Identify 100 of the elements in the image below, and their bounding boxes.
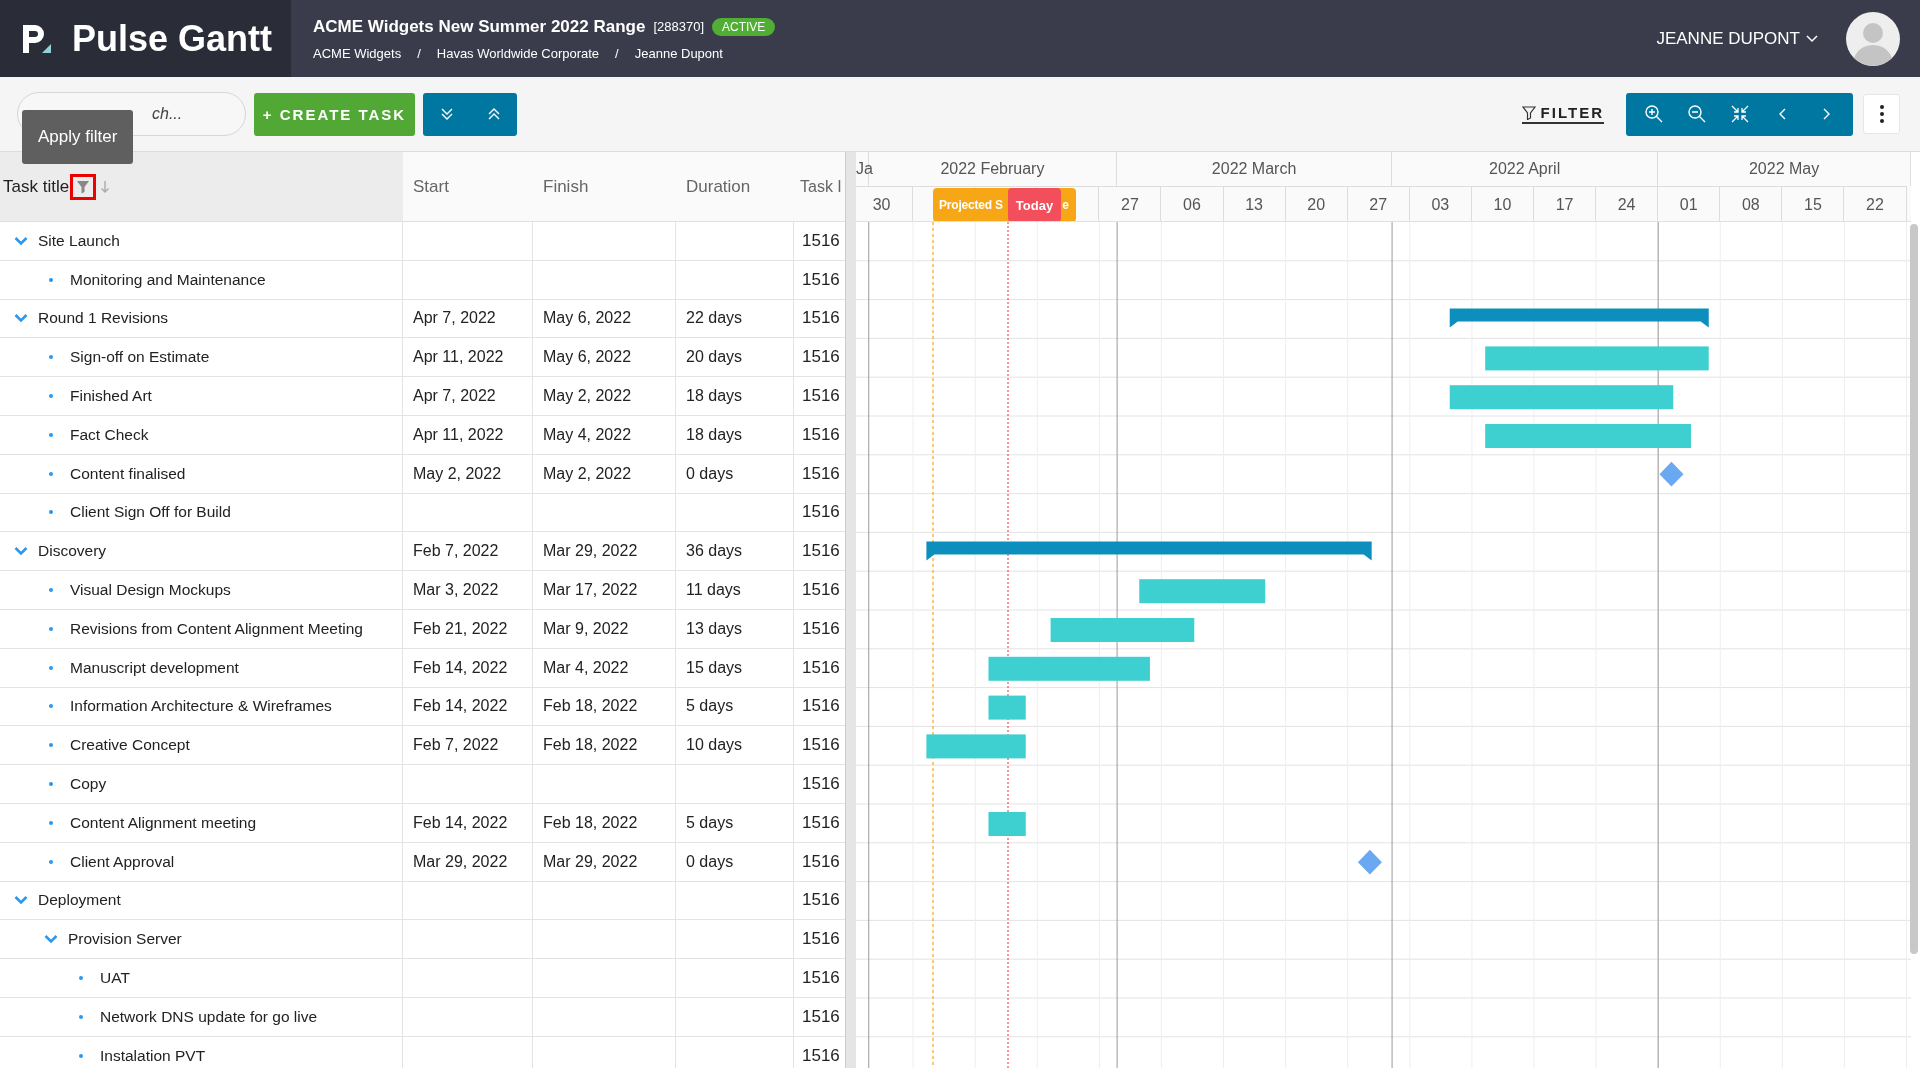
start-cell: Feb 14, 2022 [403, 687, 533, 726]
bullet-icon [49, 820, 53, 825]
duration-cell: 5 days [676, 687, 794, 726]
scrollbar[interactable] [1910, 224, 1918, 954]
task-title-cell[interactable]: Monitoring and Maintenance [0, 260, 403, 299]
task-title-cell[interactable]: Content finalised [0, 454, 403, 493]
column-header[interactable]: Task I [794, 152, 845, 221]
bullet-icon [49, 704, 53, 709]
bullet-icon [49, 626, 53, 631]
finish-cell: Feb 18, 2022 [533, 687, 676, 726]
task-id-cell-text: 1516 [801, 346, 841, 369]
column-header[interactable]: Finish [533, 152, 676, 221]
task-id-cell-text: 1516 [801, 268, 841, 291]
week-label: 17 [1555, 195, 1574, 214]
week-label: 15 [1804, 195, 1822, 214]
task-title-cell[interactable]: Discovery [0, 532, 403, 571]
task-title-cell[interactable]: Deployment [0, 881, 403, 920]
duration-cell: 22 days [676, 299, 794, 338]
duration-cell: 18 days [676, 377, 794, 415]
start-cell: Mar 3, 2022 [403, 571, 533, 609]
finish-cell: May 2, 2022 [533, 454, 676, 493]
chevron-icon[interactable] [14, 313, 28, 324]
chevron-icon[interactable] [14, 235, 28, 246]
task-title-cell[interactable]: Visual Design Mockups [0, 571, 403, 609]
task-bar[interactable] [1449, 385, 1674, 410]
chevron-icon[interactable] [14, 895, 28, 906]
chevron-icon[interactable] [44, 934, 58, 945]
task-title-cell[interactable]: Information Architecture & Wireframes [0, 687, 403, 726]
milestone-diamond[interactable] [1357, 849, 1382, 875]
task-title-cell[interactable]: Manuscript development [0, 648, 403, 687]
column-header[interactable]: Start [403, 152, 533, 221]
task-title-cell[interactable]: Content Alignment meeting [0, 803, 403, 842]
task-bar[interactable] [988, 656, 1150, 681]
task-title-cell[interactable]: Revisions from Content Alignment Meeting [0, 609, 403, 648]
start-cell: Apr 7, 2022 [403, 377, 533, 415]
bullet-icon [49, 277, 53, 282]
task-title-cell[interactable]: Client Approval [0, 842, 403, 881]
summary-bar[interactable] [1449, 308, 1709, 328]
sort-icon[interactable] [100, 179, 111, 194]
week-label: 30 [872, 195, 891, 214]
filter-button[interactable]: FILTER [1521, 104, 1604, 124]
task-id-cell-text: 1516 [801, 501, 841, 524]
task-title-cell[interactable]: Copy [0, 765, 403, 803]
task-id-cell-text: 1516 [801, 695, 841, 718]
finish-cell: May 4, 2022 [533, 416, 676, 454]
start-cell: May 2, 2022 [403, 454, 533, 493]
task-bar[interactable] [1139, 579, 1266, 604]
task-title-cell[interactable]: Sign-off on Estimate [0, 338, 403, 377]
chevron-icon[interactable] [14, 546, 28, 557]
task-title-cell[interactable]: Fact Check [0, 416, 403, 454]
duration-cell: 36 days [676, 532, 794, 571]
bullet-icon [49, 588, 53, 593]
start-cell: Feb 7, 2022 [403, 532, 533, 571]
summary-bar[interactable] [926, 541, 1372, 561]
zoom-in-icon [1643, 104, 1664, 124]
task-title-cell[interactable]: Site Launch [0, 222, 403, 260]
task-id-cell-text: 1516 [801, 1044, 841, 1067]
finish-cell: Mar 29, 2022 [533, 842, 676, 881]
task-id-cell-text: 1516 [801, 1005, 841, 1028]
finish-cell: Mar 4, 2022 [533, 648, 676, 687]
week-label: 01 [1679, 195, 1698, 214]
finish-cell: May 6, 2022 [533, 299, 676, 338]
start-cell: Apr 11, 2022 [403, 338, 533, 377]
week-label: 03 [1431, 195, 1450, 214]
task-title-cell[interactable]: UAT [0, 959, 403, 997]
bullet-icon [49, 859, 53, 864]
more-menu-button[interactable] [1863, 94, 1900, 134]
user-menu[interactable]: JEANNE DUPONT [1656, 28, 1818, 49]
duration-cell: 18 days [676, 416, 794, 454]
week-label: 22 [1866, 195, 1884, 214]
avatar-icon[interactable] [1846, 11, 1900, 66]
task-id-cell-text: 1516 [801, 967, 841, 990]
filter-icon[interactable] [70, 173, 97, 200]
app-name: Pulse Gantt [72, 17, 273, 60]
bullet-icon [49, 355, 53, 360]
task-id-cell-text: 1516 [801, 850, 841, 873]
today-badge: Today [1008, 188, 1061, 221]
task-id-cell-text: 1516 [801, 734, 841, 757]
task-id-cell-text: 1516 [801, 423, 841, 446]
bullet-icon [79, 1053, 83, 1058]
task-id-cell-text: 1516 [801, 307, 841, 330]
finish-cell: Feb 18, 2022 [533, 803, 676, 842]
week-label: 27 [1121, 195, 1139, 214]
breadcrumb-link[interactable]: Jeanne Dupont [634, 45, 723, 61]
task-title-cell[interactable]: Provision Server [0, 920, 403, 959]
column-header[interactable]: Duration [676, 152, 794, 221]
task-title-cell[interactable]: Instalation PVT [0, 1036, 403, 1068]
finish-cell: May 2, 2022 [533, 377, 676, 415]
task-title-cell[interactable]: Finished Art [0, 377, 403, 415]
milestone-diamond[interactable] [1659, 461, 1684, 487]
task-title-cell[interactable]: Creative Concept [0, 726, 403, 765]
breadcrumb-link[interactable]: Havas Worldwide Corporate [436, 45, 600, 61]
breadcrumb-separator: / [417, 45, 421, 61]
start-cell: Apr 7, 2022 [403, 299, 533, 338]
task-title-cell[interactable]: Round 1 Revisions [0, 299, 403, 338]
task-title-cell[interactable]: Network DNS update for go live [0, 997, 403, 1036]
task-title-cell[interactable]: Client Sign Off for Build [0, 493, 403, 532]
breadcrumb-link[interactable]: ACME Widgets [313, 45, 402, 61]
column-header[interactable]: Task title [0, 152, 403, 221]
task-id-cell-text: 1516 [801, 811, 841, 834]
